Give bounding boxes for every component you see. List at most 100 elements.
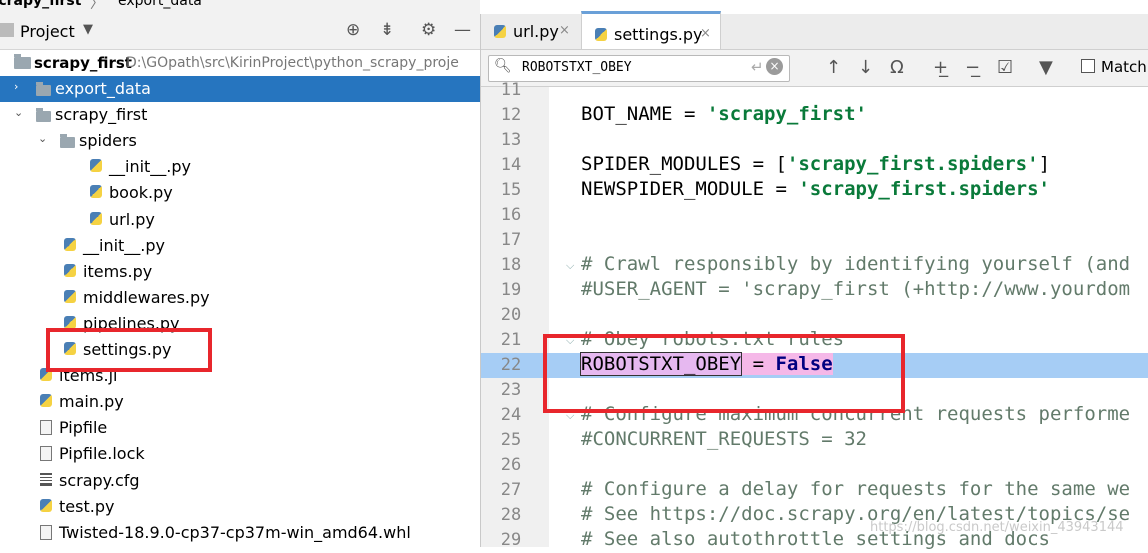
- line-number: 12: [500, 105, 522, 125]
- tree-item[interactable]: ⌄ spiders: [0, 128, 480, 154]
- tree-item-label: Pipfile.lock: [59, 444, 145, 464]
- tree-item[interactable]: url.py: [0, 207, 480, 233]
- line-number: 21: [500, 330, 522, 350]
- line-number: 20: [500, 305, 522, 325]
- minimize-icon[interactable]: —: [454, 20, 471, 40]
- line-number: 13: [500, 130, 522, 150]
- line-number: 26: [500, 455, 522, 475]
- chevron-down-icon[interactable]: ⌄: [14, 106, 23, 119]
- tree-item[interactable]: items.py: [0, 259, 480, 285]
- chevron-right-icon[interactable]: ›: [14, 80, 18, 93]
- line-number: 14: [500, 155, 522, 175]
- tree-item[interactable]: scrapy.cfg: [0, 468, 480, 494]
- gear-icon[interactable]: ⚙: [421, 20, 436, 40]
- project-root-path: D:\GOpath\src\KirinProject\python_scrapy…: [126, 55, 459, 71]
- close-icon[interactable]: ×: [700, 26, 711, 41]
- line-number: 25: [500, 430, 522, 450]
- breadcrumb-root[interactable]: scrapy_first: [0, 0, 81, 9]
- close-icon[interactable]: ×: [559, 23, 570, 38]
- project-root-name: scrapy_first: [34, 54, 132, 72]
- tree-item[interactable]: middlewares.py: [0, 285, 480, 311]
- line-number: 29: [500, 530, 522, 550]
- code-line[interactable]: NEWSPIDER_MODULE = 'scrapy_first.spiders…: [549, 178, 1148, 203]
- code-line[interactable]: #CONCURRENT_REQUESTS = 32: [549, 428, 1148, 453]
- add-occurrence-icon[interactable]: +̲: [933, 57, 948, 78]
- up-arrow-icon[interactable]: ↑: [826, 57, 841, 78]
- code-line-text: #USER_AGENT = 'scrapy_first (+http://www…: [581, 278, 1131, 300]
- tree-item-label: book.py: [109, 183, 173, 203]
- chevron-down-icon[interactable]: ⌄: [38, 132, 47, 145]
- python-file-icon: [90, 159, 102, 173]
- python-file-icon: [90, 185, 102, 199]
- select-all-occurrences-icon[interactable]: ☑: [997, 57, 1013, 78]
- filter-icon[interactable]: ▼: [1039, 57, 1053, 78]
- code-line[interactable]: SPIDER_MODULES = ['scrapy_first.spiders'…: [549, 153, 1148, 178]
- tree-item-label: Pipfile: [59, 418, 108, 438]
- checkbox-icon[interactable]: [1081, 59, 1095, 73]
- tab-url-py[interactable]: url.py ×: [481, 14, 577, 49]
- code-line-text: SPIDER_MODULES = ['scrapy_first.spiders'…: [581, 153, 1051, 175]
- tab-label: url.py: [513, 22, 559, 41]
- code-line[interactable]: [549, 128, 1148, 153]
- project-panel: Project ▼ ⊕ ⇟ ⚙ — scrapy_first D:\GOpath…: [0, 14, 481, 547]
- tree-item-label: scrapy_first: [55, 105, 148, 125]
- code-line[interactable]: BOT_NAME = 'scrapy_first': [549, 103, 1148, 128]
- search-icon[interactable]: 🔍︎: [494, 58, 512, 74]
- folder-icon: [14, 54, 31, 69]
- text-file-icon: [40, 420, 52, 436]
- line-number: 17: [500, 230, 522, 250]
- line-number: 22: [500, 355, 522, 375]
- tree-item[interactable]: __init__.py: [0, 154, 480, 180]
- match-case-checkbox[interactable]: Match: [1081, 58, 1147, 76]
- tree-item[interactable]: Pipfile: [0, 415, 480, 441]
- line-number: 19: [500, 280, 522, 300]
- project-root-row[interactable]: scrapy_first D:\GOpath\src\KirinProject\…: [0, 50, 480, 76]
- code-line[interactable]: [549, 303, 1148, 328]
- collapse-icon[interactable]: ⇟: [380, 20, 394, 40]
- annotation-highlight-box: [46, 328, 212, 372]
- target-icon[interactable]: ⊕: [346, 20, 360, 40]
- project-title[interactable]: Project: [20, 22, 75, 41]
- find-all-icon[interactable]: Ω: [890, 57, 904, 78]
- tree-item[interactable]: Pipfile.lock: [0, 441, 480, 467]
- tree-item-label: __init__.py: [109, 157, 192, 177]
- python-file-icon: [40, 498, 52, 512]
- tree-item[interactable]: › export_data: [0, 76, 480, 102]
- tree-item[interactable]: test.py: [0, 494, 480, 520]
- tree-item[interactable]: Twisted-18.9.0-cp37-cp37m-win_amd64.whl: [0, 520, 480, 546]
- enter-icon: ↵: [751, 58, 764, 76]
- code-line[interactable]: [549, 78, 1148, 103]
- code-line[interactable]: [549, 228, 1148, 253]
- tree-item-label: main.py: [59, 392, 124, 412]
- text-file-icon: [40, 524, 52, 540]
- fold-icon[interactable]: ⌵: [566, 259, 574, 273]
- code-line-text: # Crawl responsibly by identifying yours…: [581, 253, 1131, 275]
- code-line[interactable]: # Configure a delay for requests for the…: [549, 478, 1148, 503]
- text-file-icon: [40, 446, 52, 462]
- down-arrow-icon[interactable]: ↓: [858, 57, 873, 78]
- code-line-text: BOT_NAME = 'scrapy_first': [581, 103, 867, 125]
- tree-item[interactable]: __init__.py: [0, 233, 480, 259]
- code-line[interactable]: #USER_AGENT = 'scrapy_first (+http://www…: [549, 278, 1148, 303]
- python-file-icon: [40, 394, 52, 408]
- tree-item[interactable]: main.py: [0, 389, 480, 415]
- code-line[interactable]: [549, 453, 1148, 478]
- tree-item[interactable]: ⌄ scrapy_first: [0, 102, 480, 128]
- tree-item-label: url.py: [109, 209, 155, 229]
- breadcrumb-child[interactable]: export_data: [118, 0, 202, 9]
- tree-item-label: __init__.py: [83, 235, 166, 255]
- clear-search-icon[interactable]: ×: [766, 58, 783, 75]
- python-file-icon: [595, 28, 607, 41]
- code-line[interactable]: [549, 203, 1148, 228]
- tree-item[interactable]: book.py: [0, 180, 480, 206]
- line-number: 11: [500, 80, 522, 100]
- tree-item-label: test.py: [59, 496, 115, 516]
- remove-occurrence-icon[interactable]: −̲: [965, 57, 980, 78]
- python-file-icon: [90, 211, 102, 225]
- folder-icon: [36, 108, 51, 123]
- project-toolbar: Project ▼ ⊕ ⇟ ⚙ —: [0, 14, 480, 50]
- code-line[interactable]: # Crawl responsibly by identifying yours…: [549, 253, 1148, 278]
- chevron-down-icon[interactable]: ▼: [83, 22, 93, 37]
- tab-settings-py[interactable]: settings.py ×: [581, 11, 721, 49]
- folder-icon: [36, 82, 51, 96]
